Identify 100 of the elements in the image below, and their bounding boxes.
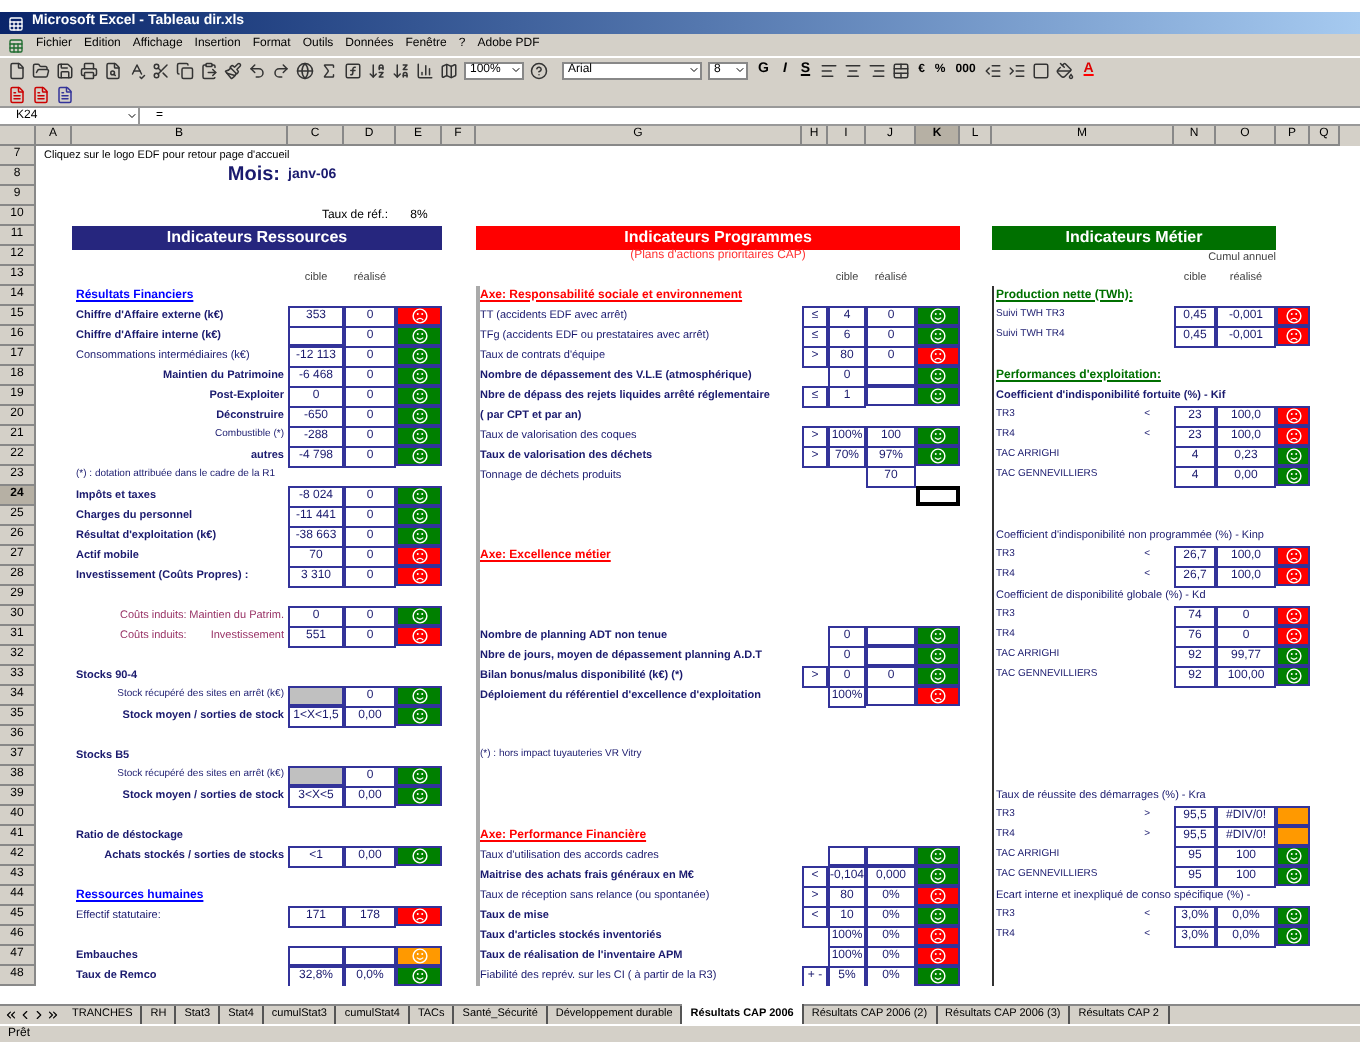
smiley-icon bbox=[930, 428, 946, 444]
section-banner: Indicateurs Métier bbox=[992, 226, 1276, 250]
smiley-icon bbox=[411, 508, 427, 524]
frown-icon bbox=[930, 688, 946, 704]
smiley-icon bbox=[930, 648, 946, 664]
scissors-icon[interactable] bbox=[152, 61, 170, 79]
borders-icon[interactable] bbox=[1031, 61, 1050, 79]
smiley-icon bbox=[411, 388, 427, 404]
save-icon[interactable] bbox=[56, 61, 74, 79]
sort-ascending-icon[interactable] bbox=[368, 61, 386, 79]
frown-icon bbox=[1285, 608, 1301, 624]
frown-icon bbox=[1285, 428, 1301, 444]
smiley-icon bbox=[411, 348, 427, 364]
next-sheet-icon[interactable] bbox=[32, 1008, 46, 1022]
frown-icon bbox=[930, 888, 946, 904]
smiley-icon bbox=[411, 768, 427, 784]
frown-icon bbox=[411, 308, 427, 324]
previous-sheet-icon[interactable] bbox=[18, 1008, 32, 1022]
frown-icon bbox=[1285, 568, 1301, 584]
spell-check-icon[interactable] bbox=[128, 61, 146, 79]
smiley-icon bbox=[411, 368, 427, 384]
pdf-icon[interactable] bbox=[8, 85, 26, 103]
frown-icon bbox=[411, 548, 427, 564]
caret-icon bbox=[734, 64, 746, 76]
smiley-icon bbox=[411, 708, 427, 724]
chart-icon[interactable] bbox=[416, 61, 434, 79]
frown-icon bbox=[930, 948, 946, 964]
smiley-icon bbox=[930, 388, 946, 404]
greyed-cell bbox=[288, 766, 344, 786]
caret-icon bbox=[510, 64, 522, 76]
last-sheet-icon[interactable] bbox=[46, 1008, 60, 1022]
frown-icon bbox=[411, 568, 427, 584]
first-sheet-icon[interactable] bbox=[4, 1008, 18, 1022]
frown-icon bbox=[1285, 548, 1301, 564]
frown-icon bbox=[930, 348, 946, 364]
smiley-icon bbox=[411, 688, 427, 704]
smiley-icon bbox=[411, 848, 427, 864]
smiley-icon bbox=[1285, 668, 1301, 684]
smiley-icon bbox=[930, 868, 946, 884]
smiley-icon bbox=[930, 448, 946, 464]
smiley-icon bbox=[1285, 848, 1301, 864]
frown-icon bbox=[1285, 308, 1301, 324]
printer-icon[interactable] bbox=[80, 61, 98, 79]
sort-descending-icon[interactable] bbox=[392, 61, 410, 79]
month-label: Mois: bbox=[225, 166, 282, 186]
frown-icon bbox=[1285, 408, 1301, 424]
smiley-icon bbox=[1285, 928, 1301, 944]
align-left-icon[interactable] bbox=[820, 61, 839, 79]
smiley-icon bbox=[930, 848, 946, 864]
brush-icon[interactable] bbox=[224, 61, 242, 79]
smiley-icon bbox=[1285, 468, 1301, 484]
indent-increase-icon[interactable] bbox=[1007, 61, 1026, 79]
smiley-icon bbox=[1285, 648, 1301, 664]
fill-color-icon[interactable] bbox=[1055, 61, 1074, 79]
smiley-icon bbox=[411, 608, 427, 624]
frown-icon bbox=[411, 628, 427, 644]
smiley-icon bbox=[930, 668, 946, 684]
paste-icon[interactable] bbox=[200, 61, 218, 79]
smiley-icon bbox=[930, 368, 946, 384]
indent-decrease-icon[interactable] bbox=[983, 61, 1002, 79]
greyed-cell bbox=[288, 686, 344, 706]
smiley-icon bbox=[411, 428, 427, 444]
pdf-icon[interactable] bbox=[32, 85, 50, 103]
smiley-icon bbox=[411, 528, 427, 544]
align-right-icon[interactable] bbox=[868, 61, 887, 79]
smiley-icon bbox=[411, 448, 427, 464]
pdf-icon[interactable] bbox=[56, 85, 74, 103]
print-preview-icon[interactable] bbox=[104, 61, 122, 79]
active-cell[interactable] bbox=[916, 486, 960, 506]
smiley-icon bbox=[411, 408, 427, 424]
folder-icon[interactable] bbox=[32, 61, 50, 79]
smiley-icon bbox=[930, 908, 946, 924]
frown-icon bbox=[930, 928, 946, 944]
new-file-icon[interactable] bbox=[8, 61, 26, 79]
smiley-icon bbox=[1285, 868, 1301, 884]
merge-cells-icon[interactable] bbox=[892, 61, 911, 79]
globe-icon[interactable] bbox=[296, 61, 314, 79]
undo-icon[interactable] bbox=[248, 61, 266, 79]
smiley-icon bbox=[1285, 908, 1301, 924]
smiley-icon bbox=[411, 328, 427, 344]
map-icon[interactable] bbox=[440, 61, 458, 79]
function-icon[interactable] bbox=[344, 61, 362, 79]
frown-icon bbox=[411, 908, 427, 924]
frown-icon bbox=[1285, 628, 1301, 644]
align-center-icon[interactable] bbox=[844, 61, 863, 79]
smiley-icon bbox=[411, 788, 427, 804]
smiley-icon bbox=[1285, 448, 1301, 464]
spreadsheet-icon bbox=[8, 15, 24, 31]
sigma-icon[interactable] bbox=[320, 61, 338, 79]
redo-icon[interactable] bbox=[272, 61, 290, 79]
frown-icon bbox=[1285, 328, 1301, 344]
section-banner: Indicateurs Programmes bbox=[476, 226, 960, 250]
section-banner: Indicateurs Ressources bbox=[72, 226, 442, 250]
smiley-icon bbox=[930, 328, 946, 344]
smiley-icon bbox=[411, 488, 427, 504]
copy-icon[interactable] bbox=[176, 61, 194, 79]
spreadsheet-icon bbox=[8, 37, 24, 53]
smiley-icon bbox=[411, 948, 427, 964]
help-icon[interactable] bbox=[530, 61, 548, 79]
caret-icon bbox=[126, 110, 138, 122]
